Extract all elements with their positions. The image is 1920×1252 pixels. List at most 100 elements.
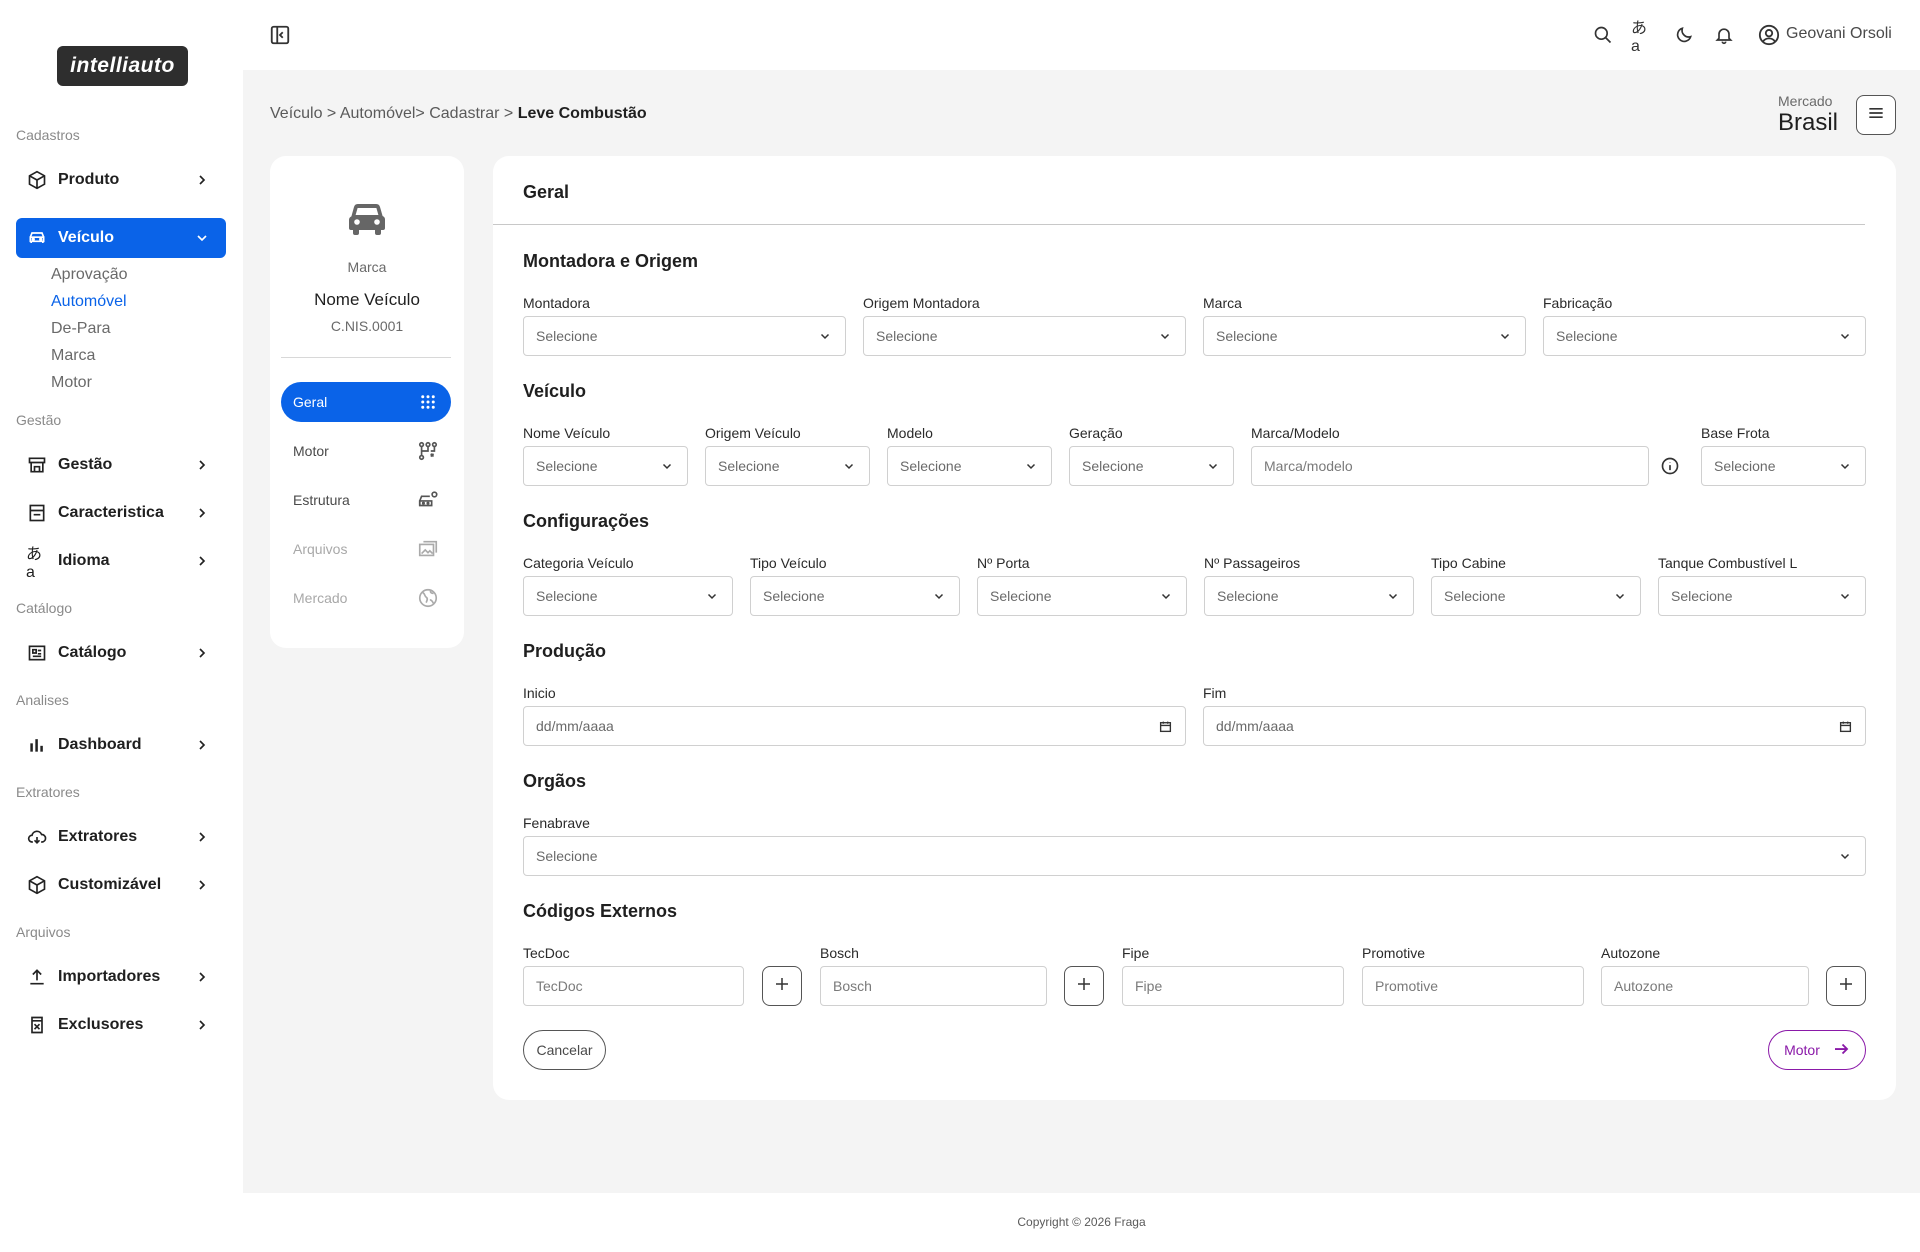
step-arquivos[interactable]: Arquivos: [281, 529, 451, 569]
categoria-veiculo-select[interactable]: Selecione: [523, 576, 733, 616]
info-icon[interactable]: [1659, 455, 1681, 477]
sidebar-subitem-de-para[interactable]: De-Para: [51, 320, 111, 338]
autozone-input[interactable]: [1601, 966, 1809, 1006]
tipo-veiculo-select[interactable]: Selecione: [750, 576, 960, 616]
origem-montadora-select[interactable]: Selecione: [863, 316, 1186, 356]
chevron-right-icon: [190, 873, 214, 897]
marca-modelo-input[interactable]: [1251, 446, 1649, 486]
marca-modelo-field[interactable]: [1264, 458, 1636, 474]
montadora-select[interactable]: Selecione: [523, 316, 846, 356]
sidebar-item-exclusores[interactable]: Exclusores: [16, 1005, 226, 1045]
arrow-right-icon: [1832, 1040, 1850, 1061]
section-label-catalogo: Catálogo: [16, 600, 73, 616]
field-label-modelo: Modelo: [887, 425, 933, 441]
section-label-gestao: Gestão: [16, 412, 62, 428]
sidebar-item-label: Produto: [58, 171, 120, 188]
fipe-field[interactable]: [1135, 978, 1331, 994]
sidebar-item-label: Extratores: [58, 828, 138, 845]
search-icon[interactable]: [1591, 23, 1615, 47]
fim-date-input[interactable]: dd/mm/aaaa: [1203, 706, 1866, 746]
sidebar-item-label: Dashboard: [58, 736, 142, 753]
field-label-montadora: Montadora: [523, 295, 590, 311]
sidebar-item-caracteristica[interactable]: Caracteristica: [16, 493, 226, 533]
dark-mode-icon[interactable]: [1672, 23, 1696, 47]
base-frota-select[interactable]: Selecione: [1701, 446, 1866, 486]
step-geral[interactable]: Geral: [281, 382, 451, 422]
bosch-input[interactable]: [820, 966, 1047, 1006]
fenabrave-select[interactable]: Selecione: [523, 836, 1866, 876]
chevron-down-icon: [659, 458, 675, 474]
tecdoc-field[interactable]: [536, 978, 731, 994]
tecdoc-input[interactable]: [523, 966, 744, 1006]
field-label-fipe: Fipe: [1122, 945, 1150, 961]
breadcrumb-path[interactable]: Veículo > Automóvel> Cadastrar >: [270, 105, 518, 122]
n-porta-select[interactable]: Selecione: [977, 576, 1187, 616]
field-label-fabricacao: Fabricação: [1543, 295, 1613, 311]
tipo-cabine-select[interactable]: Selecione: [1431, 576, 1641, 616]
menu-button[interactable]: [1856, 95, 1896, 135]
sidebar-item-catalogo[interactable]: Catálogo: [16, 633, 226, 673]
geracao-select[interactable]: Selecione: [1069, 446, 1234, 486]
image-files-icon: [417, 538, 439, 560]
add-autozone-button[interactable]: [1826, 966, 1866, 1006]
notification-bell-icon[interactable]: [1712, 23, 1736, 47]
modelo-select[interactable]: Selecione: [887, 446, 1052, 486]
sidebar-item-produto[interactable]: Produto: [16, 160, 226, 200]
box-icon: [26, 874, 48, 896]
field-label-marca-modelo: Marca/Modelo: [1251, 425, 1340, 441]
sidebar-subitem-aprovacao[interactable]: Aprovação: [51, 266, 128, 284]
user-name[interactable]: Geovani Orsoli: [1786, 25, 1892, 43]
nome-veiculo-select[interactable]: Selecione: [523, 446, 688, 486]
sidebar-item-importadores[interactable]: Importadores: [16, 957, 226, 997]
step-motor[interactable]: Motor: [281, 431, 451, 471]
cancel-button[interactable]: Cancelar: [523, 1030, 606, 1070]
sidebar-toggle-icon[interactable]: [269, 24, 291, 46]
bosch-field[interactable]: [833, 978, 1034, 994]
fipe-input[interactable]: [1122, 966, 1344, 1006]
step-mercado[interactable]: Mercado: [281, 578, 451, 618]
section-title-orgaos: Orgãos: [523, 771, 587, 791]
step-label: Mercado: [293, 590, 348, 606]
translate-icon[interactable]: あa: [1631, 20, 1655, 55]
tanque-combustivel-select[interactable]: Selecione: [1658, 576, 1866, 616]
sidebar-subitem-motor[interactable]: Motor: [51, 374, 92, 392]
select-value: Selecione: [1444, 588, 1506, 604]
select-value: Selecione: [1714, 458, 1776, 474]
origem-veiculo-select[interactable]: Selecione: [705, 446, 870, 486]
inicio-date-input[interactable]: dd/mm/aaaa: [523, 706, 1186, 746]
sidebar-item-extratores[interactable]: Extratores: [16, 817, 226, 857]
sidebar-subitem-marca[interactable]: Marca: [51, 347, 95, 365]
calendar-icon[interactable]: [1157, 718, 1173, 734]
next-motor-button[interactable]: Motor: [1768, 1030, 1866, 1070]
sidebar-subitem-automovel[interactable]: Automóvel: [51, 293, 127, 311]
field-label-autozone: Autozone: [1601, 945, 1661, 961]
sidebar-item-dashboard[interactable]: Dashboard: [16, 725, 226, 765]
field-label-origem-montadora: Origem Montadora: [863, 295, 980, 311]
vehicle-summary-card: Marca Nome Veículo C.NIS.0001 Geral Moto…: [270, 156, 464, 648]
add-tecdoc-button[interactable]: [762, 966, 802, 1006]
calendar-icon[interactable]: [1837, 718, 1853, 734]
select-value: Selecione: [1082, 458, 1144, 474]
sidebar-item-gestao[interactable]: Gestão: [16, 445, 226, 485]
add-bosch-button[interactable]: [1064, 966, 1104, 1006]
vehicle-name: Nome Veículo: [314, 290, 420, 309]
app-logo[interactable]: intelliauto: [57, 46, 188, 86]
breadcrumb: Veículo > Automóvel> Cadastrar > Leve Co…: [270, 105, 647, 123]
sidebar-item-label: Veículo: [58, 229, 115, 246]
user-avatar-icon[interactable]: [1757, 23, 1781, 47]
divider: [281, 357, 451, 358]
select-value: Selecione: [536, 458, 598, 474]
autozone-field[interactable]: [1614, 978, 1796, 994]
sidebar-item-veiculo[interactable]: Veículo: [16, 218, 226, 258]
car-settings-icon: [417, 489, 439, 511]
step-estrutura[interactable]: Estrutura: [281, 480, 451, 520]
sidebar-item-customizavel[interactable]: Customizável: [16, 865, 226, 905]
chevron-down-icon: [1837, 458, 1853, 474]
n-passageiros-select[interactable]: Selecione: [1204, 576, 1414, 616]
marca-select[interactable]: Selecione: [1203, 316, 1526, 356]
box-icon: [26, 169, 48, 191]
promotive-input[interactable]: [1362, 966, 1584, 1006]
promotive-field[interactable]: [1375, 978, 1571, 994]
sidebar-item-idioma[interactable]: あa Idioma: [16, 541, 226, 581]
fabricacao-select[interactable]: Selecione: [1543, 316, 1866, 356]
